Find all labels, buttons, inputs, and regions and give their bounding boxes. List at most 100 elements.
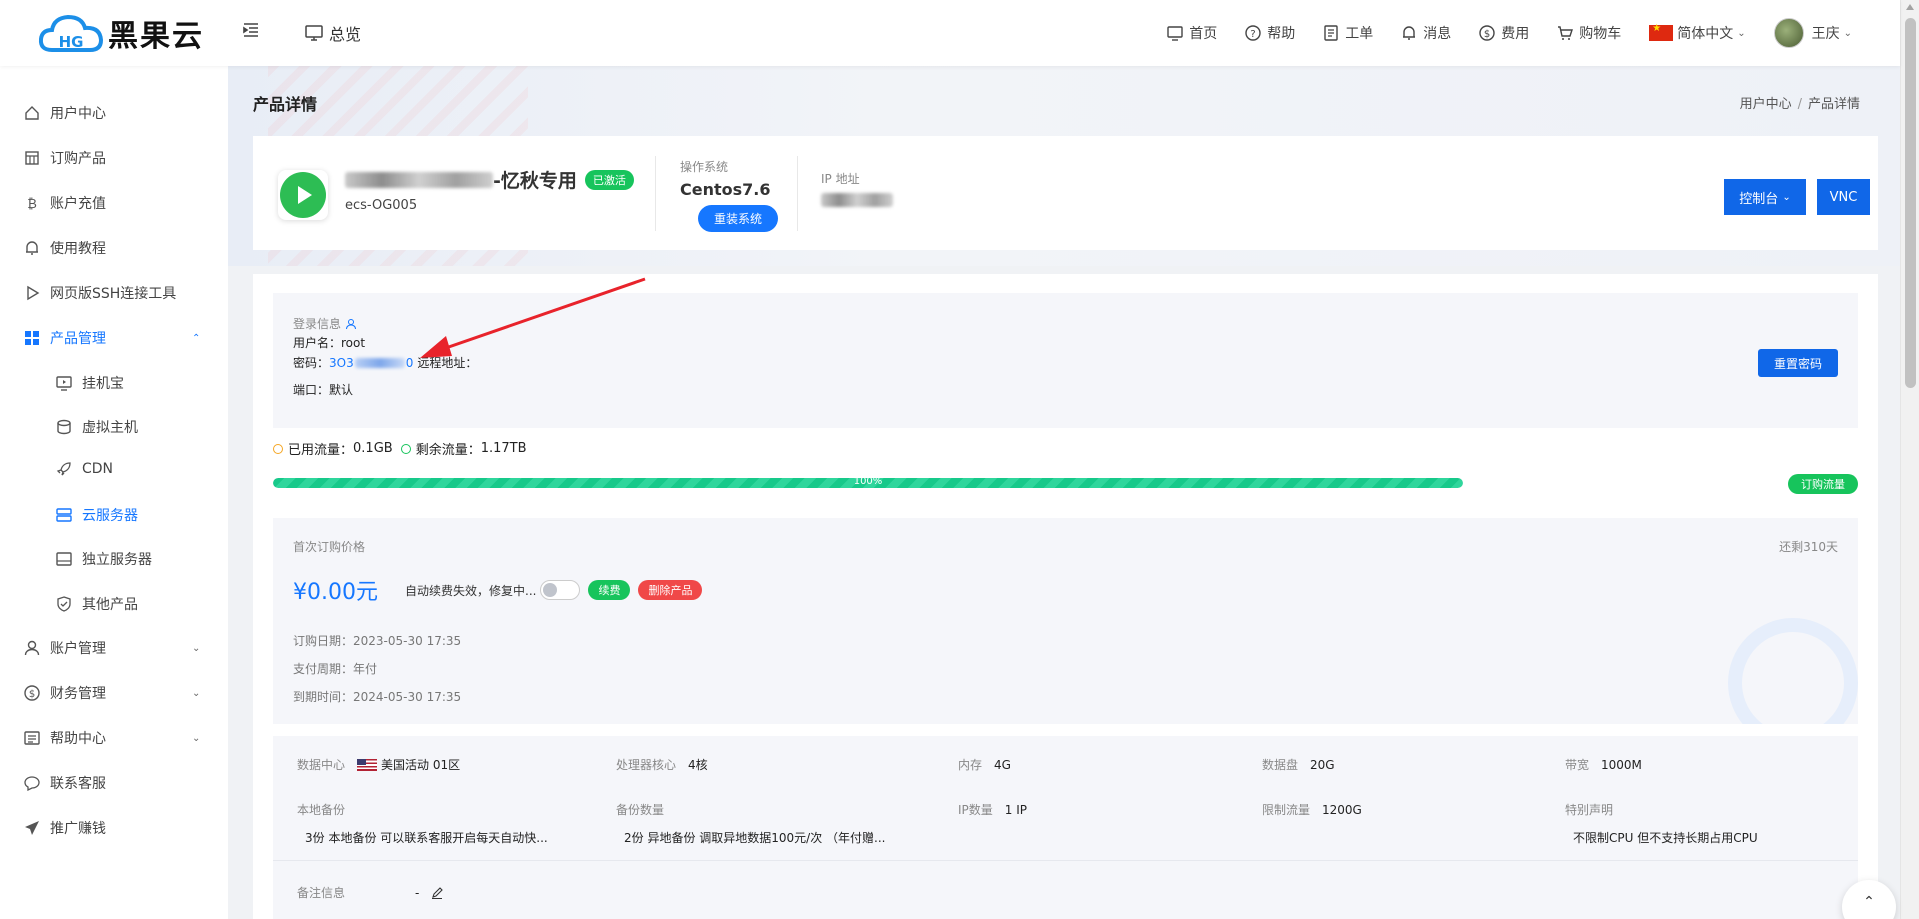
billing-cycle-row: 支付周期：年付 (293, 660, 377, 677)
sidebar-item-promote[interactable]: 推广赚钱 (24, 818, 106, 838)
spec-backup-count: 备份数量 (616, 801, 664, 818)
sidebar-sub-item-label: 独立服务器 (82, 552, 152, 568)
sidebar-item-order[interactable]: 订购产品 (24, 148, 106, 168)
sidebar-sub-item-dedicated-server[interactable]: 独立服务器 (56, 549, 152, 569)
doc-icon (24, 731, 40, 745)
ip-count-value: 1 IP (1004, 802, 1028, 817)
sidebar-item-product-mgmt[interactable]: 产品管理 ⌃ (24, 328, 200, 348)
status-badge: 已激活 (584, 169, 634, 190)
traffic-limit-label: 限制流量 (1262, 803, 1311, 817)
spec-special: 特别声明 (1565, 801, 1613, 818)
us-flag-icon (357, 758, 378, 771)
backup-count-value: 2份 异地备份 调取异地数据100元/次 （年付赠... (624, 831, 886, 845)
sidebar-item-ssh-tool[interactable]: 网页版SSH连接工具 (24, 283, 176, 303)
sidebar-item-contact[interactable]: 联系客服 (24, 773, 106, 793)
database-icon (57, 419, 71, 435)
note-label: 备注信息 (297, 886, 346, 900)
cpu-label: 处理器核心 (616, 758, 677, 772)
chevron-down-icon: ⌄ (192, 732, 201, 744)
sidebar-item-label: 账户管理 (50, 641, 106, 657)
reset-password-button[interactable]: 重置密码 (1758, 349, 1838, 377)
overview-link[interactable]: 总览 (305, 21, 361, 45)
username-label: 用户名： (293, 336, 342, 350)
sidebar-item-label: 网页版SSH连接工具 (50, 286, 177, 302)
svg-text:$: $ (1484, 29, 1490, 40)
spec-ip-count: IP数量 1 IP (958, 801, 1027, 818)
sidebar-sub-item-label: 云服务器 (82, 508, 138, 524)
renew-button[interactable]: 续费 (588, 580, 631, 600)
shield-icon (57, 596, 71, 612)
sidebar-item-label: 财务管理 (50, 686, 106, 702)
billing-cycle-value: 年付 (353, 662, 378, 676)
logo[interactable]: HG 黑果云 (38, 12, 204, 54)
chevron-down-icon: ⌄ (1737, 27, 1746, 39)
nav-message[interactable]: 消息 (1401, 23, 1451, 43)
nav-cart[interactable]: 购物车 (1557, 23, 1621, 43)
dollar-circle-icon: $ (24, 685, 40, 701)
memory-label: 内存 (958, 758, 983, 772)
breadcrumb-user-center[interactable]: 用户中心 (1740, 97, 1792, 112)
password-value[interactable]: 3O3 (329, 356, 354, 370)
spec-panel: 数据中心 美国活动 01区 处理器核心 4核 内存 4G 数据盘 20G 带宽 1000… (273, 736, 1858, 919)
order-date-value: 2023-05-30 17:35 (353, 634, 462, 648)
vnc-button[interactable]: VNC (1817, 179, 1870, 215)
product-header-card: -忆秋专用 已激活 ecs-OG005 操作系统 Centos7.6 重装系统 … (253, 136, 1878, 250)
nav-help-label: 帮助 (1267, 26, 1296, 42)
language-select[interactable]: 简体中文 ⌄ (1649, 23, 1746, 43)
chevron-down-icon: ⌄ (192, 687, 201, 699)
os-value: Centos7.6 (680, 180, 771, 199)
buy-traffic-button[interactable]: 订购流量 (1788, 474, 1858, 494)
user-menu[interactable]: 王庆 ⌄ (1773, 18, 1852, 48)
order-date-row: 订购日期：2023-05-30 17:35 (293, 632, 461, 649)
remote-address-label: 远程地址： (417, 356, 478, 370)
sidebar-item-user-center[interactable]: 用户中心 (24, 103, 106, 123)
power-status-button[interactable] (278, 170, 328, 220)
collapse-menu-icon[interactable] (243, 22, 261, 40)
china-flag-icon (1649, 23, 1674, 41)
console-dropdown-button[interactable]: 控制台 ⌄ (1724, 179, 1806, 215)
sidebar-item-recharge[interactable]: ₿ 账户充值 (24, 193, 106, 213)
sidebar-item-finance[interactable]: $ 财务管理 ⌄ (24, 683, 200, 703)
sidebar-sub-item-hangbao[interactable]: 挂机宝 (56, 373, 124, 393)
sidebar-item-help-center[interactable]: 帮助中心 ⌄ (24, 728, 200, 748)
sidebar-sub-item-virtual-host[interactable]: 虚拟主机 (56, 417, 138, 437)
svg-text:$: $ (29, 689, 35, 700)
edit-icon[interactable] (431, 886, 444, 899)
port-row: 端口：默认 (293, 381, 353, 398)
divider (273, 860, 1858, 861)
chevron-down-icon: ⌄ (1782, 191, 1791, 203)
nav-ticket-label: 工单 (1345, 26, 1374, 42)
scroll-up-arrow-icon[interactable] (1906, 4, 1914, 10)
sidebar-sub-item-cdn[interactable]: CDN (56, 461, 113, 477)
first-price-label: 首次订购价格 (293, 540, 366, 554)
bell-icon (1403, 26, 1416, 40)
user-name: 王庆 (1811, 26, 1840, 42)
nav-help[interactable]: ? 帮助 (1245, 23, 1295, 43)
sidebar-sub-item-other[interactable]: 其他产品 (56, 594, 138, 614)
auto-renew-toggle[interactable] (540, 580, 581, 600)
sidebar-item-label: 推广赚钱 (50, 821, 106, 837)
sidebar-item-tutorial[interactable]: 使用教程 (24, 238, 106, 258)
chevron-down-icon: ⌄ (1843, 27, 1852, 39)
used-traffic-label: 已用流量： (288, 443, 354, 458)
page-scrollbar[interactable] (1900, 0, 1919, 919)
sidebar-sub-item-cloud-server[interactable]: 云服务器 (56, 505, 138, 525)
reinstall-button[interactable]: 重装系统 (698, 205, 778, 232)
ip-value-redacted (821, 193, 893, 211)
redacted-password (354, 357, 405, 368)
svg-text:₿: ₿ (27, 197, 37, 211)
remaining-days: 还剩310天 (1779, 540, 1838, 554)
scrollbar-thumb[interactable] (1905, 18, 1916, 388)
sidebar-item-account-mgmt[interactable]: 账户管理 ⌄ (24, 638, 200, 658)
help-circle-icon: ? (1245, 25, 1261, 41)
play-icon (280, 172, 326, 218)
billing-panel: 首次订购价格 还剩310天 ¥0.00元 自动续费失效，修复中... 续费 删除… (273, 518, 1858, 724)
nav-fee[interactable]: $ 费用 (1479, 23, 1529, 43)
nav-ticket[interactable]: 工单 (1323, 23, 1373, 43)
bitcoin-icon: ₿ (27, 197, 37, 211)
spec-local-backup: 本地备份 (297, 801, 345, 818)
nav-home[interactable]: 首页 (1167, 23, 1217, 43)
product-id: ecs-OG005 (345, 198, 418, 213)
billing-cycle-label: 支付周期： (293, 662, 354, 676)
delete-product-button[interactable]: 删除产品 (638, 580, 703, 600)
